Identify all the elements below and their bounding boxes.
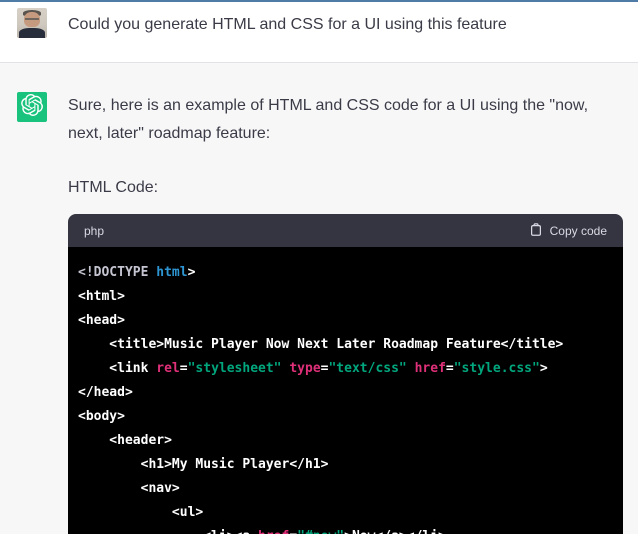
assistant-intro-line: next, later" roadmap feature:	[68, 125, 271, 142]
code-line: <h1>My Music Player</h1>	[78, 457, 329, 472]
code-editor-area: <!DOCTYPE html> <html> <head> <title>Music…	[68, 247, 623, 534]
code-line: <title>Music Player Now Next Later Roadm…	[78, 337, 564, 352]
code-line: <nav>	[78, 481, 180, 496]
copy-code-button[interactable]: Copy code	[529, 222, 607, 240]
code-block-header: php Copy code	[68, 214, 623, 247]
code-line: <!DOCTYPE html>	[78, 265, 196, 280]
code-line: <ul>	[78, 505, 204, 520]
user-avatar-glasses	[25, 18, 39, 21]
user-message-text: Could you generate HTML and CSS for a UI…	[68, 16, 507, 33]
user-message-row: Could you generate HTML and CSS for a UI…	[0, 2, 638, 62]
code-block: php Copy code <!DOCTYPE html> <html> <head…	[68, 214, 623, 534]
code-line: <header>	[78, 433, 172, 448]
user-avatar-shirt	[19, 28, 45, 38]
assistant-intro: Sure, here is an example of HTML and CSS…	[68, 92, 623, 148]
code-line: <body>	[78, 409, 125, 424]
code-line: <html>	[78, 289, 125, 304]
assistant-message-row: Sure, here is an example of HTML and CSS…	[0, 62, 638, 534]
assistant-intro-line: Sure, here is an example of HTML and CSS…	[68, 97, 589, 114]
code-lines: <!DOCTYPE html> <html> <head> <title>Music…	[78, 261, 613, 534]
chatgpt-avatar	[17, 92, 47, 122]
openai-logo-icon	[21, 93, 43, 121]
user-avatar	[17, 8, 47, 38]
clipboard-icon	[529, 222, 543, 240]
code-line: </head>	[78, 385, 133, 400]
code-line: <head>	[78, 313, 125, 328]
code-language-label: php	[84, 223, 105, 238]
code-line: <li><a href="#now">Now</a></li>	[78, 525, 613, 534]
assistant-content: Sure, here is an example of HTML and CSS…	[68, 92, 623, 534]
code-line: <link rel="stylesheet" type="text/css" h…	[78, 361, 548, 376]
copy-code-label: Copy code	[549, 223, 607, 238]
code-section-label: HTML Code:	[68, 179, 159, 196]
